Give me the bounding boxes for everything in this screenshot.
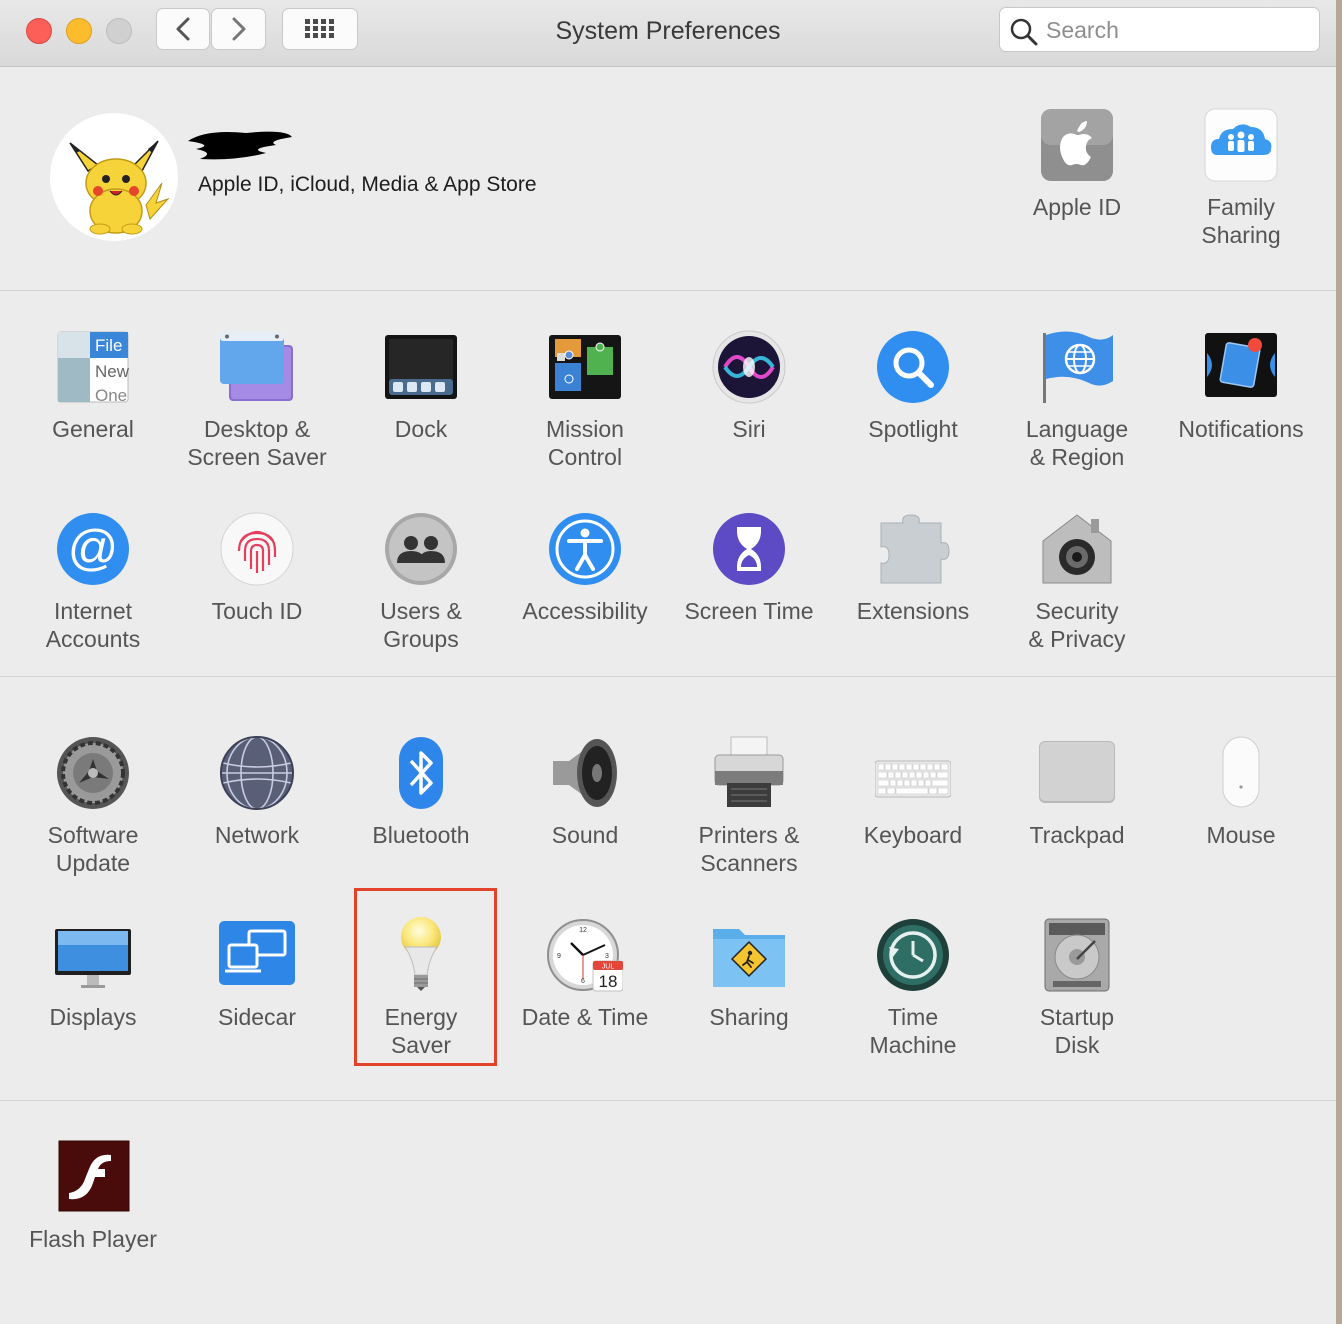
internet-accounts-icon: @ bbox=[55, 511, 131, 587]
account-subtitle: Apple ID, iCloud, Media & App Store bbox=[198, 173, 537, 196]
notifications-icon bbox=[1203, 329, 1279, 405]
pref-label: Sound bbox=[551, 822, 619, 848]
general-icon: File New One bbox=[55, 329, 131, 405]
svg-text:6: 6 bbox=[581, 978, 585, 985]
svg-text:File: File bbox=[95, 336, 122, 355]
pref-label: Mouse bbox=[1206, 822, 1276, 848]
redacted-name bbox=[188, 131, 292, 160]
pref-label: Flash Player bbox=[29, 1226, 157, 1252]
pref-label: Accessibility bbox=[522, 598, 648, 624]
pref-label: Date & Time bbox=[521, 1004, 649, 1030]
search-icon bbox=[1010, 18, 1038, 46]
svg-text:JUL: JUL bbox=[602, 964, 615, 971]
other-prefs-section: Flash Player bbox=[0, 1101, 1336, 1324]
pref-label: Trackpad bbox=[1029, 822, 1125, 848]
user-avatar[interactable] bbox=[50, 113, 178, 241]
flash-player-icon bbox=[55, 1139, 131, 1215]
pref-label: Sharing bbox=[709, 1004, 789, 1030]
bluetooth-icon bbox=[383, 735, 459, 811]
svg-text:3: 3 bbox=[605, 953, 609, 960]
sound-icon bbox=[547, 735, 623, 811]
spotlight-icon bbox=[875, 329, 951, 405]
pref-label: Mission Control bbox=[546, 416, 624, 470]
pref-label: Spotlight bbox=[868, 416, 958, 442]
svg-text:18: 18 bbox=[599, 972, 618, 991]
extensions-icon bbox=[875, 511, 951, 587]
pref-label: General bbox=[52, 416, 134, 442]
desktop-screen-saver-icon bbox=[219, 329, 295, 405]
svg-text:New: New bbox=[95, 362, 130, 381]
sidecar-icon bbox=[219, 917, 295, 993]
printers-scanners-icon bbox=[711, 735, 787, 811]
users-groups-icon bbox=[383, 511, 459, 587]
pref-label: Siri bbox=[732, 416, 766, 442]
pref-label: Desktop & Screen Saver bbox=[187, 416, 327, 470]
pref-label: Displays bbox=[49, 1004, 137, 1030]
accessibility-icon bbox=[547, 511, 623, 587]
touch-id-icon bbox=[219, 511, 295, 587]
pref-label: Touch ID bbox=[211, 598, 303, 624]
screen-time-icon bbox=[711, 511, 787, 587]
pref-label: Startup Disk bbox=[1039, 1004, 1115, 1058]
pref-label: Language & Region bbox=[1025, 416, 1129, 470]
pref-label: Screen Time bbox=[684, 598, 814, 624]
siri-icon bbox=[711, 329, 787, 405]
startup-disk-icon bbox=[1039, 917, 1115, 993]
svg-text:@: @ bbox=[68, 520, 119, 576]
family-sharing-icon bbox=[1203, 107, 1279, 183]
pref-label: Bluetooth bbox=[372, 822, 470, 848]
pref-label: Family Sharing bbox=[1201, 194, 1281, 248]
pref-label: Keyboard bbox=[863, 822, 963, 848]
pref-label: Security & Privacy bbox=[1028, 598, 1126, 652]
sharing-icon bbox=[711, 917, 787, 993]
network-icon bbox=[219, 735, 295, 811]
pref-label: Time Machine bbox=[869, 1004, 957, 1058]
mouse-icon bbox=[1203, 735, 1279, 811]
date-time-icon: 12 3 6 9 JUL 18 bbox=[547, 917, 623, 993]
security-privacy-icon bbox=[1039, 511, 1115, 587]
pref-label: Apple ID bbox=[1032, 194, 1122, 220]
search-placeholder: Search bbox=[1046, 17, 1119, 43]
system-preferences-window: System Preferences Search Apple ID, iClo… bbox=[0, 0, 1336, 1324]
search-field[interactable]: Search bbox=[999, 7, 1320, 52]
pref-label: Dock bbox=[394, 416, 448, 442]
trackpad-icon bbox=[1039, 735, 1115, 811]
title-bar: System Preferences Search bbox=[0, 0, 1336, 67]
pref-label: Sidecar bbox=[218, 1004, 296, 1030]
pref-label: Extensions bbox=[856, 598, 970, 624]
time-machine-icon bbox=[875, 917, 951, 993]
pref-label: Printers & Scanners bbox=[698, 822, 800, 876]
personal-prefs-section: File New One General Desktop & Screen Sa… bbox=[0, 291, 1336, 677]
software-update-icon bbox=[55, 735, 131, 811]
pikachu-avatar-icon bbox=[69, 140, 170, 235]
svg-text:12: 12 bbox=[579, 927, 587, 934]
svg-text:9: 9 bbox=[557, 953, 561, 960]
energy-saver-highlight-box bbox=[354, 888, 497, 1066]
hardware-prefs-section: Software Update Network Bluetooth Sound … bbox=[0, 677, 1336, 1101]
apple-id-icon bbox=[1039, 107, 1115, 183]
pref-label: Internet Accounts bbox=[45, 598, 141, 652]
language-region-icon bbox=[1039, 329, 1115, 405]
pref-label: Software Update bbox=[47, 822, 139, 876]
dock-icon bbox=[383, 329, 459, 405]
mission-control-icon bbox=[547, 329, 623, 405]
desktop-background-edge bbox=[1336, 0, 1342, 1324]
account-header: Apple ID, iCloud, Media & App Store Appl… bbox=[0, 67, 1336, 291]
pref-label: Users & Groups bbox=[380, 598, 462, 652]
displays-icon bbox=[55, 917, 131, 993]
pref-label: Notifications bbox=[1178, 416, 1304, 442]
keyboard-icon bbox=[875, 735, 951, 811]
svg-text:One: One bbox=[95, 386, 127, 405]
pref-label: Network bbox=[214, 822, 300, 848]
